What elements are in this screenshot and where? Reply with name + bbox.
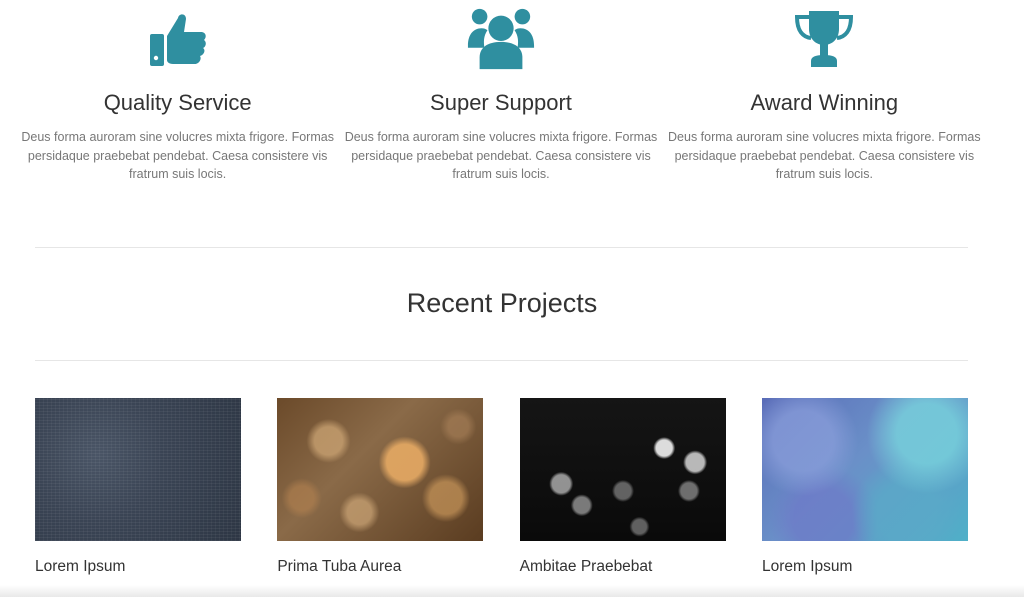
divider [35, 360, 968, 361]
project-name[interactable]: Prima Tuba Aurea [277, 557, 483, 577]
features-section: Quality Service Deus forma auroram sine … [16, 0, 986, 200]
page: Quality Service Deus forma auroram sine … [0, 0, 1024, 597]
project-card: Ambitae Praebebat [519, 398, 726, 577]
project-thumbnail[interactable] [277, 398, 484, 541]
section-title-recent-projects: Recent Projects [406, 288, 598, 318]
feature-description: Deus forma auroram sine volucres mixta f… [668, 130, 981, 181]
trophy-icon [789, 6, 859, 72]
feature-title: Quality Service [103, 90, 252, 115]
scroll-edge-shadow [0, 585, 1024, 597]
feature-super-support: Super Support Deus forma auroram sine vo… [339, 0, 662, 200]
feature-title: Super Support [430, 90, 572, 115]
feature-award-winning: Award Winning Deus forma auroram sine vo… [663, 0, 986, 200]
divider [35, 247, 968, 248]
project-thumbnail[interactable] [761, 398, 968, 541]
feature-description: Deus forma auroram sine volucres mixta f… [344, 130, 658, 181]
thumbs-up-icon [143, 6, 213, 72]
project-card: Lorem Ipsum [761, 398, 968, 577]
project-name[interactable]: Ambitae Praebebat [520, 557, 726, 577]
users-icon [466, 6, 536, 72]
project-thumbnail[interactable] [519, 398, 726, 541]
project-card: Prima Tuba Aurea [277, 398, 484, 577]
project-name[interactable]: Lorem Ipsum [762, 557, 968, 577]
project-card: Lorem Ipsum [35, 398, 241, 577]
feature-quality-service: Quality Service Deus forma auroram sine … [16, 0, 339, 200]
projects-grid: Lorem Ipsum Prima Tuba Aurea Ambitae Pra… [35, 398, 968, 577]
project-name[interactable]: Lorem Ipsum [35, 557, 241, 577]
project-thumbnail[interactable] [35, 398, 241, 541]
feature-description: Deus forma auroram sine volucres mixta f… [21, 130, 334, 181]
feature-title: Award Winning [750, 90, 899, 115]
